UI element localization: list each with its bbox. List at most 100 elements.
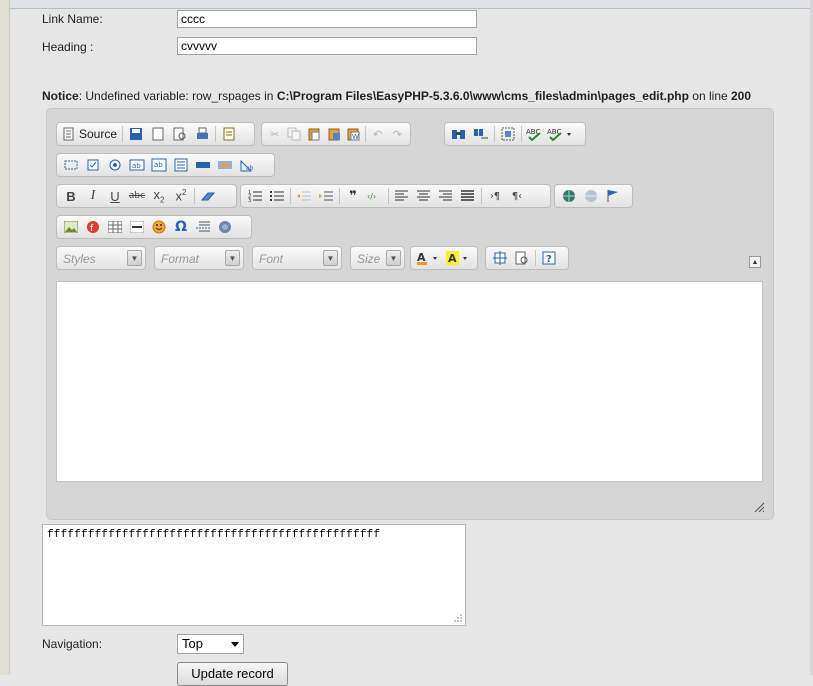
radio-button[interactable] — [104, 155, 126, 175]
select-all-button[interactable] — [497, 124, 519, 144]
align-center-button[interactable] — [413, 186, 435, 206]
notice-path: C:\Program Files\EasyPHP-5.3.6.0\www\cms… — [276, 89, 689, 103]
align-right-button[interactable] — [435, 186, 457, 206]
update-record-button[interactable]: Update record — [177, 662, 288, 686]
heading-input[interactable]: cvvvvv — [177, 37, 477, 55]
svg-text:‹/›: ‹/› — [367, 192, 376, 201]
outdent-button[interactable] — [293, 186, 315, 206]
image-button[interactable] — [60, 217, 82, 237]
rtl-button[interactable]: ¶‹ — [506, 186, 528, 206]
subscript-button[interactable]: x2 — [148, 186, 170, 206]
hidden-field-button[interactable]: ab — [236, 155, 258, 175]
print-button[interactable] — [191, 124, 213, 144]
flash-icon: f — [87, 221, 99, 234]
show-blocks-button[interactable] — [511, 248, 533, 268]
flash-button[interactable]: f — [82, 217, 104, 237]
page-break-button[interactable] — [192, 217, 214, 237]
ltr-button[interactable]: ›¶ — [484, 186, 506, 206]
align-left-icon — [395, 190, 408, 201]
chevron-down-icon: ▼ — [225, 250, 240, 266]
align-left-button[interactable] — [391, 186, 413, 206]
bold-icon: B — [66, 188, 76, 204]
text-color-button[interactable]: A — [414, 248, 444, 268]
unlink-button[interactable] — [580, 186, 602, 206]
editor-content-area[interactable] — [56, 281, 763, 482]
font-combo-label: Font — [259, 252, 284, 266]
link-button[interactable] — [558, 186, 580, 206]
content-textarea[interactable]: ffffffffffffffffffffffffffffffffffffffff… — [42, 524, 466, 626]
format-combo[interactable]: Format ▼ — [154, 246, 244, 270]
navigation-select[interactable]: Top — [177, 634, 244, 654]
blockquote-button[interactable]: ❞ — [342, 186, 364, 206]
image-button-field-button[interactable] — [214, 155, 236, 175]
undo-button[interactable]: ↶ — [368, 124, 388, 144]
table-button[interactable] — [104, 217, 126, 237]
superscript-button[interactable]: x2 — [170, 186, 192, 206]
replace-button[interactable] — [470, 124, 492, 144]
notice-line: 200 — [731, 89, 752, 103]
background-color-icon: A — [446, 251, 467, 265]
redo-button[interactable]: ↷ — [387, 124, 407, 144]
strike-button[interactable]: abc — [126, 186, 148, 206]
new-page-button[interactable] — [147, 124, 169, 144]
toolbar-separator — [494, 126, 495, 142]
save-button[interactable] — [125, 124, 147, 144]
create-div-button[interactable]: ‹/› — [364, 186, 386, 206]
find-button[interactable] — [448, 124, 470, 144]
paste-button[interactable] — [304, 124, 324, 144]
iframe-button[interactable] — [214, 217, 236, 237]
size-combo[interactable]: Size ▼ — [350, 246, 405, 270]
templates-icon — [223, 127, 235, 141]
subscript-icon: x2 — [153, 187, 165, 205]
about-button[interactable]: ? — [538, 248, 560, 268]
italic-button[interactable]: I — [82, 186, 104, 206]
link-name-input[interactable]: cccc — [177, 10, 477, 28]
anchor-button[interactable] — [602, 186, 624, 206]
maximize-button[interactable] — [489, 248, 511, 268]
font-combo[interactable]: Font ▼ — [252, 246, 342, 270]
link-name-label: Link Name: — [42, 12, 103, 26]
bulleted-list-button[interactable] — [266, 186, 288, 206]
paste-text-button[interactable] — [324, 124, 344, 144]
paste-word-button[interactable]: W — [343, 124, 363, 144]
smiley-icon — [152, 220, 166, 234]
collapse-arrow-icon: ▲ — [751, 258, 759, 266]
paste-text-icon — [328, 128, 340, 141]
bold-button[interactable]: B — [60, 186, 82, 206]
form-button[interactable] — [60, 155, 82, 175]
underline-button[interactable]: U — [104, 186, 126, 206]
background-color-button[interactable]: A — [444, 248, 474, 268]
toolbar-separator — [339, 188, 340, 204]
select-field-button[interactable] — [170, 155, 192, 175]
scayt-button[interactable]: ABC — [546, 124, 576, 144]
special-char-button[interactable]: Ω — [170, 217, 192, 237]
remove-format-button[interactable] — [197, 186, 219, 206]
radio-icon — [109, 159, 121, 171]
cut-button[interactable]: ✂ — [265, 124, 285, 144]
horizontal-rule-button[interactable] — [126, 217, 148, 237]
collapse-toolbar-button[interactable]: ▲ — [749, 256, 761, 268]
print-icon — [197, 127, 209, 139]
templates-button[interactable] — [218, 124, 240, 144]
textarea-button[interactable]: ab — [148, 155, 170, 175]
resize-handle-icon[interactable] — [753, 501, 765, 513]
button-field-button[interactable] — [192, 155, 214, 175]
checkbox-button[interactable] — [82, 155, 104, 175]
justify-button[interactable] — [457, 186, 479, 206]
table-icon — [108, 221, 122, 233]
image-button-icon — [218, 161, 232, 169]
spellcheck-button[interactable]: ABC — [524, 124, 546, 144]
toolbar-group-forms: ab ab ab — [56, 153, 275, 177]
textfield-button[interactable]: ab — [126, 155, 148, 175]
navigation-select-value: Top — [182, 636, 203, 651]
copy-button[interactable] — [285, 124, 305, 144]
indent-button[interactable] — [315, 186, 337, 206]
source-button[interactable]: Source — [60, 124, 120, 144]
smiley-button[interactable] — [148, 217, 170, 237]
numbered-list-button[interactable]: 123 — [244, 186, 266, 206]
source-icon — [63, 127, 74, 141]
preview-button[interactable] — [169, 124, 191, 144]
styles-combo-label: Styles — [63, 252, 96, 266]
textarea-resize-grip-icon[interactable] — [453, 613, 462, 622]
styles-combo[interactable]: Styles ▼ — [56, 246, 146, 270]
